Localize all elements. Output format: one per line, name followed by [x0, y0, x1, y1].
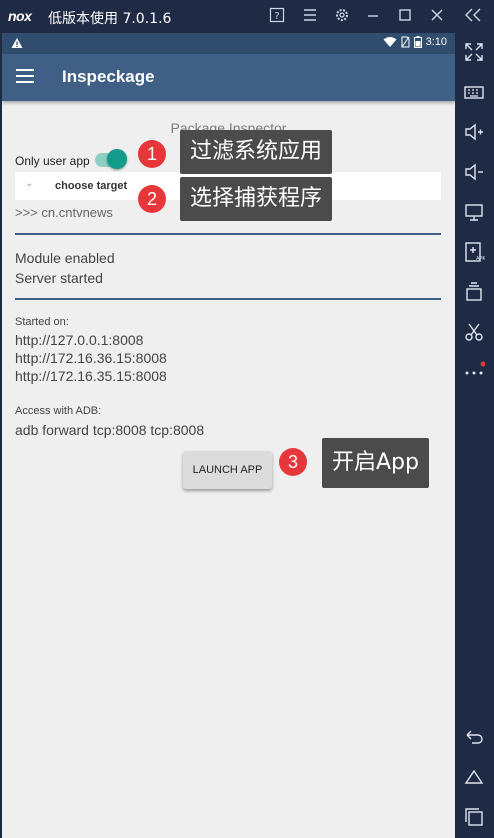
emulator-title-bar: nox 低版本使用 7.0.1.6 ? — [0, 0, 494, 33]
minimize-icon[interactable] — [364, 7, 382, 25]
maximize-icon[interactable] — [396, 7, 414, 25]
callout-launch-app: 开启App — [322, 438, 429, 488]
emulator-sidebar: APK — [455, 33, 494, 838]
app-title: Inspeckage — [62, 67, 155, 86]
recent-apps-icon[interactable] — [463, 806, 485, 828]
screen-icon[interactable] — [463, 201, 485, 223]
callout-select-target: 选择捕获程序 — [180, 177, 333, 221]
no-sim-icon — [401, 36, 410, 48]
server-url: http://172.16.36.15:8008 — [15, 350, 167, 366]
module-status: Module enabled — [15, 250, 115, 266]
warning-icon — [11, 38, 23, 48]
volume-down-icon[interactable] — [463, 161, 485, 183]
chevron-down-icon: ⌄ — [25, 178, 34, 189]
multi-instance-icon[interactable] — [463, 281, 485, 303]
battery-icon — [413, 36, 422, 48]
svg-text:?: ? — [274, 11, 279, 22]
launch-app-button[interactable]: LAUNCH APP — [183, 451, 272, 489]
fullscreen-icon[interactable] — [463, 41, 485, 63]
select-placeholder: choose target — [55, 180, 128, 192]
app-bar: Inspeckage — [2, 54, 455, 101]
close-icon[interactable] — [428, 7, 446, 25]
window-title: 低版本使用 7.0.1.6 — [48, 11, 172, 27]
started-on-label: Started on: — [15, 316, 69, 328]
adb-command: adb forward tcp:8008 tcp:8008 — [15, 422, 205, 438]
home-icon[interactable] — [463, 766, 485, 788]
svg-text:APK: APK — [476, 256, 485, 262]
step-badge-3: 3 — [279, 448, 307, 476]
collapse-sidebar-icon[interactable] — [464, 7, 482, 25]
nox-logo: nox — [8, 8, 32, 24]
callout-filter-system-apps: 过滤系统应用 — [180, 130, 333, 174]
selected-package: >>> cn.cntvnews — [15, 205, 113, 220]
status-time: 3:10 — [425, 36, 447, 48]
server-status: Server started — [15, 270, 103, 286]
step-badge-1: 1 — [138, 140, 166, 168]
only-user-app-label: Only user app — [15, 154, 90, 168]
more-icon[interactable] — [463, 359, 486, 381]
toggle-knob[interactable] — [107, 149, 127, 169]
server-url: http://172.16.35.15:8008 — [15, 368, 167, 384]
settings-icon[interactable] — [333, 7, 351, 25]
hamburger-menu-icon[interactable] — [16, 69, 34, 83]
menu-icon[interactable] — [301, 7, 319, 25]
scissors-icon[interactable] — [463, 321, 485, 343]
keyboard-icon[interactable] — [463, 81, 485, 103]
wifi-icon — [383, 37, 397, 47]
server-url: http://127.0.0.1:8008 — [15, 332, 144, 348]
volume-up-icon[interactable] — [463, 121, 485, 143]
step-badge-2: 2 — [138, 185, 166, 213]
divider — [15, 298, 441, 300]
status-bar: 3:10 — [2, 33, 455, 54]
adb-label: Access with ADB: — [15, 405, 102, 417]
help-icon[interactable]: ? — [268, 7, 286, 25]
apk-install-icon[interactable]: APK — [463, 241, 486, 263]
divider — [15, 233, 441, 235]
back-icon[interactable] — [463, 726, 485, 748]
